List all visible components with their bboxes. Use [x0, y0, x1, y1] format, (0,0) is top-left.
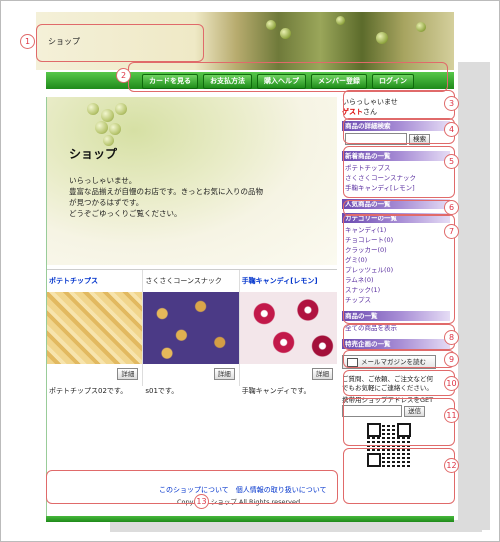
- product-card: 手鞠キャンディ[レモン] 詳細 手鞠キャンディです。: [239, 270, 338, 395]
- grape-decoration: [280, 28, 291, 39]
- product-card: ポテトチップス 詳細 ポテトチップス02です。: [47, 270, 144, 395]
- product-name-link[interactable]: ポテトチップス: [47, 270, 142, 292]
- hero-title: ショップ: [69, 147, 118, 161]
- product-description: ポテトチップス02です。: [49, 387, 128, 395]
- product-image-chips[interactable]: [47, 292, 143, 364]
- callout-number: 1: [20, 34, 35, 49]
- callout-number: 4: [444, 122, 459, 137]
- hero-line: が見つかるはずです。: [69, 198, 144, 207]
- detail-button[interactable]: 詳細: [117, 368, 139, 380]
- product-description: 手鞠キャンディです。: [241, 387, 311, 395]
- callout-frame-10: [343, 370, 455, 396]
- product-image-snack[interactable]: [143, 292, 239, 364]
- callout-frame-5: [343, 146, 455, 198]
- product-image-candy[interactable]: [239, 292, 338, 364]
- footer-bar: [46, 516, 454, 522]
- callout-number: 3: [444, 96, 459, 111]
- product-list: ポテトチップス 詳細 ポテトチップス02です。 さくさくコーンスナック 詳細 s…: [47, 269, 338, 395]
- product-description: s01です。: [145, 387, 179, 395]
- product-name-link[interactable]: さくさくコーンスナック: [143, 270, 238, 292]
- hero-banner: ショップ いらっしゃいませ。 豊富な品揃えが自慢のお店です。きっとお気に入りの品…: [47, 97, 337, 265]
- callout-frame-3: [343, 90, 455, 120]
- grape-decoration: [101, 109, 114, 122]
- callout-number: 2: [116, 68, 131, 83]
- callout-number: 7: [444, 224, 459, 239]
- hero-line: いらっしゃいませ。: [69, 176, 137, 185]
- hero-text: いらっしゃいませ。 豊富な品揃えが自慢のお店です。きっとお気に入りの品物 が見つ…: [69, 175, 269, 219]
- callout-number: 10: [444, 376, 459, 391]
- grape-decoration: [115, 103, 127, 115]
- hero-line: どうぞごゆっくりご覧ください。: [69, 209, 182, 218]
- callout-frame-12: [343, 448, 455, 504]
- callout-frame-7: [343, 214, 455, 324]
- callout-frame-1: [36, 24, 204, 62]
- grape-decoration: [336, 16, 345, 25]
- callout-frame-2: [128, 62, 448, 92]
- grape-decoration: [87, 103, 99, 115]
- grape-decoration: [266, 20, 276, 30]
- callout-number: 5: [444, 154, 459, 169]
- detail-button[interactable]: 詳細: [312, 368, 334, 380]
- grape-decoration: [109, 123, 121, 135]
- callout-frame-9: [343, 350, 455, 368]
- grape-decoration: [416, 22, 426, 32]
- callout-frame-8: [343, 324, 455, 350]
- callout-number: 8: [444, 330, 459, 345]
- grape-decoration: [376, 32, 388, 44]
- callout-number: 9: [444, 352, 459, 367]
- hero-line: 豊富な品揃えが自慢のお店です。きっとお気に入りの品物: [69, 187, 263, 196]
- callout-frame-13: [46, 470, 338, 504]
- product-name-link[interactable]: 手鞠キャンディ[レモン]: [240, 270, 337, 292]
- callout-number: 11: [444, 408, 459, 423]
- detail-button[interactable]: 詳細: [213, 368, 235, 380]
- callout-frame-4: [343, 118, 455, 144]
- callout-number: 6: [444, 200, 459, 215]
- callout-number: 13: [194, 494, 209, 509]
- product-card: さくさくコーンスナック 詳細 s01です。: [143, 270, 240, 395]
- grape-decoration: [95, 121, 108, 134]
- page-shadow-right: [458, 62, 490, 530]
- callout-number: 12: [444, 458, 459, 473]
- main-content: ショップ いらっしゃいませ。 豊富な品揃えが自慢のお店です。きっとお気に入りの品…: [46, 97, 338, 517]
- callout-frame-11: [343, 398, 455, 446]
